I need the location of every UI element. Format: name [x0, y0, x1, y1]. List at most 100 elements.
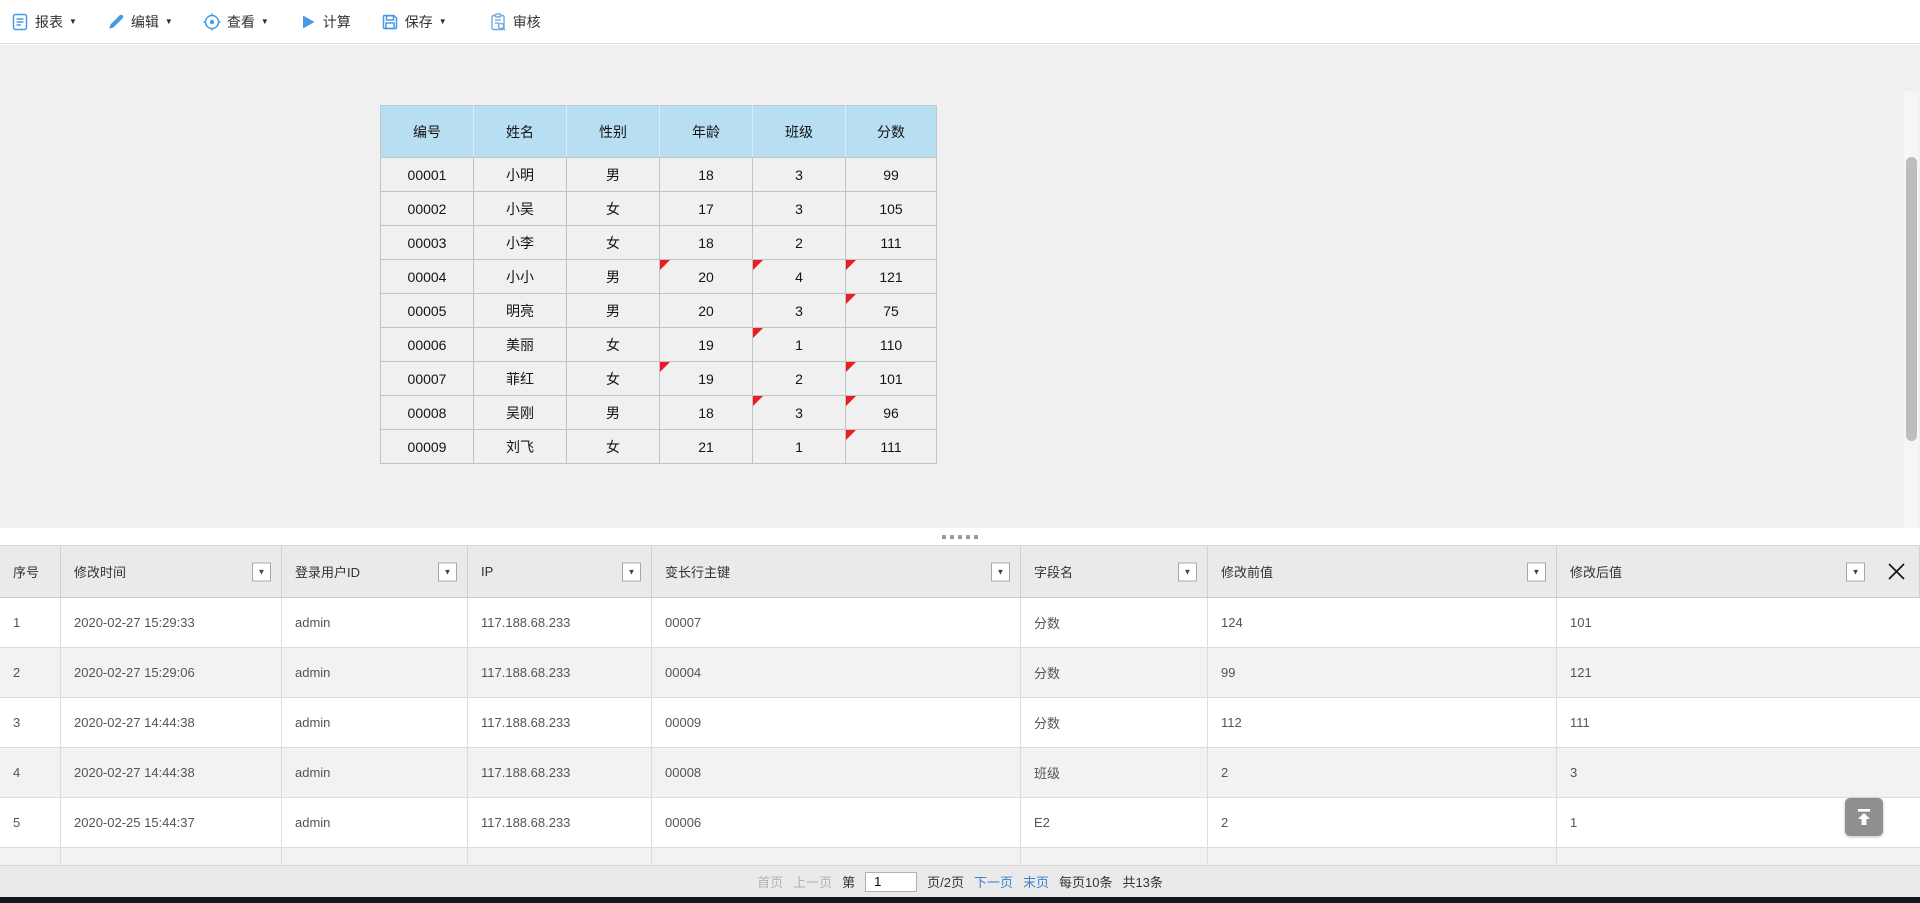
report-cell-value: 96: [883, 405, 899, 421]
column-filter-dropdown-button[interactable]: ▼: [1527, 562, 1546, 581]
audit-column-header[interactable]: 修改前值▼: [1208, 546, 1557, 597]
report-cell[interactable]: 00003: [381, 226, 474, 260]
report-cell[interactable]: 00007: [381, 362, 474, 396]
report-cell[interactable]: 00009: [381, 430, 474, 464]
report-cell[interactable]: 刘飞: [474, 430, 567, 464]
audit-column-header[interactable]: IP▼: [468, 546, 652, 597]
report-cell[interactable]: 18: [660, 226, 753, 260]
audit-column-header[interactable]: 变长行主键▼: [652, 546, 1021, 597]
page-prefix-label: 第: [842, 872, 855, 891]
report-cell[interactable]: 男: [567, 158, 660, 192]
report-cell[interactable]: 110: [846, 328, 937, 362]
report-menu-button[interactable]: 报表 ▼: [10, 12, 77, 32]
report-cell[interactable]: 2: [753, 362, 846, 396]
report-cell[interactable]: 00006: [381, 328, 474, 362]
report-cell[interactable]: 99: [846, 158, 937, 192]
column-filter-dropdown-button[interactable]: ▼: [1178, 562, 1197, 581]
report-cell[interactable]: 18: [660, 396, 753, 430]
split-drag-handle[interactable]: [0, 528, 1920, 546]
report-cell[interactable]: 男: [567, 260, 660, 294]
report-cell[interactable]: 1: [753, 328, 846, 362]
vertical-scrollbar[interactable]: [1904, 91, 1919, 572]
edit-menu-button[interactable]: 编辑 ▼: [106, 12, 173, 32]
save-menu-button[interactable]: 保存 ▼: [380, 12, 447, 32]
report-column-header[interactable]: 年龄: [660, 106, 753, 158]
audit-column-header[interactable]: 修改时间▼: [61, 546, 282, 597]
report-cell[interactable]: 男: [567, 396, 660, 430]
report-cell[interactable]: 小吴: [474, 192, 567, 226]
report-cell[interactable]: 96: [846, 396, 937, 430]
last-page-link[interactable]: 末页: [1023, 872, 1049, 891]
report-column-header[interactable]: 分数: [846, 106, 937, 158]
report-column-header[interactable]: 性别: [567, 106, 660, 158]
report-cell[interactable]: 19: [660, 328, 753, 362]
audit-log-row[interactable]: 62020-02-25 15:44:06admin117.188.68.2330…: [0, 848, 1920, 865]
first-page-link[interactable]: 首页: [757, 872, 783, 891]
report-cell[interactable]: 00004: [381, 260, 474, 294]
report-cell[interactable]: 00001: [381, 158, 474, 192]
report-cell[interactable]: 女: [567, 192, 660, 226]
audit-button[interactable]: 审核: [488, 12, 541, 32]
report-cell[interactable]: 00008: [381, 396, 474, 430]
report-cell[interactable]: 美丽: [474, 328, 567, 362]
report-column-header[interactable]: 姓名: [474, 106, 567, 158]
report-cell[interactable]: 21: [660, 430, 753, 464]
column-filter-dropdown-button[interactable]: ▼: [991, 562, 1010, 581]
report-cell[interactable]: 2: [753, 226, 846, 260]
report-cell[interactable]: 明亮: [474, 294, 567, 328]
audit-log-row[interactable]: 52020-02-25 15:44:37admin117.188.68.2330…: [0, 798, 1920, 848]
report-cell[interactable]: 菲红: [474, 362, 567, 396]
report-column-header[interactable]: 班级: [753, 106, 846, 158]
prev-page-link[interactable]: 上一页: [793, 872, 832, 891]
scrollbar-thumb[interactable]: [1906, 157, 1917, 441]
report-cell[interactable]: 3: [753, 192, 846, 226]
report-cell[interactable]: 00005: [381, 294, 474, 328]
report-cell[interactable]: 121: [846, 260, 937, 294]
report-cell[interactable]: 75: [846, 294, 937, 328]
report-cell[interactable]: 1: [753, 430, 846, 464]
audit-log-row[interactable]: 22020-02-27 15:29:06admin117.188.68.2330…: [0, 648, 1920, 698]
audit-column-header[interactable]: 登录用户ID▼: [282, 546, 468, 597]
report-cell[interactable]: 女: [567, 226, 660, 260]
report-cell[interactable]: 3: [753, 158, 846, 192]
report-cell[interactable]: 18: [660, 158, 753, 192]
view-menu-button[interactable]: 查看 ▼: [202, 12, 269, 32]
report-cell[interactable]: 20: [660, 294, 753, 328]
audit-column-header[interactable]: 修改后值▼: [1557, 546, 1920, 597]
column-filter-dropdown-button[interactable]: ▼: [1846, 562, 1865, 581]
report-cell[interactable]: 小明: [474, 158, 567, 192]
audit-column-header[interactable]: 字段名▼: [1021, 546, 1208, 597]
report-cell[interactable]: 4: [753, 260, 846, 294]
report-cell[interactable]: 小李: [474, 226, 567, 260]
report-column-header[interactable]: 编号: [381, 106, 474, 158]
audit-log-row[interactable]: 12020-02-27 15:29:33admin117.188.68.2330…: [0, 598, 1920, 648]
column-filter-dropdown-button[interactable]: ▼: [252, 562, 271, 581]
report-cell[interactable]: 17: [660, 192, 753, 226]
report-cell[interactable]: 吴刚: [474, 396, 567, 430]
report-cell[interactable]: 00002: [381, 192, 474, 226]
report-cell[interactable]: 111: [846, 226, 937, 260]
column-filter-dropdown-button[interactable]: ▼: [622, 562, 641, 581]
report-cell[interactable]: 男: [567, 294, 660, 328]
report-cell[interactable]: 3: [753, 396, 846, 430]
report-cell[interactable]: 女: [567, 430, 660, 464]
column-filter-dropdown-button[interactable]: ▼: [438, 562, 457, 581]
report-cell[interactable]: 小小: [474, 260, 567, 294]
report-cell[interactable]: 105: [846, 192, 937, 226]
report-cell-value: 111: [880, 439, 901, 455]
report-cell[interactable]: 20: [660, 260, 753, 294]
page-number-input[interactable]: [865, 872, 917, 892]
calculate-button[interactable]: 计算: [298, 12, 351, 32]
audit-log-row[interactable]: 32020-02-27 14:44:38admin117.188.68.2330…: [0, 698, 1920, 748]
audit-column-header[interactable]: 序号: [0, 546, 61, 597]
report-cell[interactable]: 19: [660, 362, 753, 396]
report-cell[interactable]: 101: [846, 362, 937, 396]
report-cell[interactable]: 女: [567, 362, 660, 396]
report-cell[interactable]: 女: [567, 328, 660, 362]
report-cell[interactable]: 111: [846, 430, 937, 464]
report-cell[interactable]: 3: [753, 294, 846, 328]
back-to-top-button[interactable]: [1845, 798, 1883, 836]
audit-log-row[interactable]: 42020-02-27 14:44:38admin117.188.68.2330…: [0, 748, 1920, 798]
close-audit-panel-button[interactable]: [1884, 560, 1908, 584]
next-page-link[interactable]: 下一页: [974, 872, 1013, 891]
